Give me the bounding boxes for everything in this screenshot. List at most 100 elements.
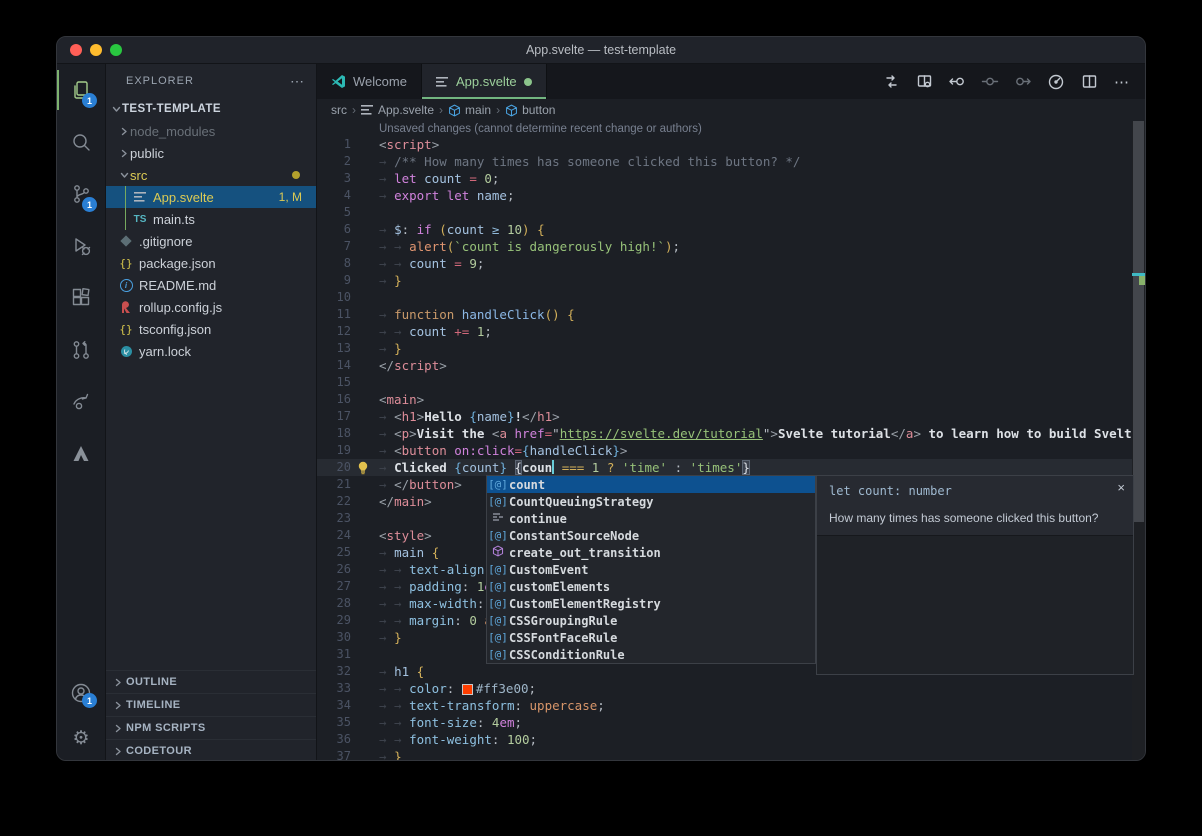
- tour-position-icon[interactable]: [981, 73, 999, 91]
- breadcrumb-item-main[interactable]: main: [448, 103, 491, 117]
- line-number: 36: [317, 731, 351, 748]
- code-line-4[interactable]: 4→ export let name;: [317, 187, 1145, 204]
- code-line-14[interactable]: 14</script>: [317, 357, 1145, 374]
- file-main.ts[interactable]: TSmain.ts: [106, 208, 316, 230]
- activity-item-settings[interactable]: ⚙: [57, 716, 105, 761]
- line-number: 15: [317, 374, 351, 391]
- suggestion-CountQueuingStrategy[interactable]: [@]CountQueuingStrategy: [487, 493, 815, 510]
- tour-forward-icon[interactable]: [1014, 73, 1032, 91]
- search-icon: [69, 130, 93, 154]
- suggestion-CSSConditionRule[interactable]: [@]CSSConditionRule: [487, 646, 815, 663]
- panel-outline[interactable]: OUTLINE: [106, 670, 316, 693]
- activity-item-source-control[interactable]: 1: [57, 168, 105, 220]
- file-rollup.config.js[interactable]: rollup.config.js: [106, 296, 316, 318]
- line-number: 28: [317, 595, 351, 612]
- suggestion-CustomEvent[interactable]: [@]CustomEvent: [487, 561, 815, 578]
- open-preview-icon[interactable]: [915, 73, 933, 91]
- activity-item-explorer[interactable]: 1: [57, 64, 105, 116]
- suggestion-CSSGroupingRule[interactable]: [@]CSSGroupingRule: [487, 612, 815, 629]
- color-swatch[interactable]: [463, 685, 472, 694]
- line-number: 26: [317, 561, 351, 578]
- git-blame-codelens[interactable]: Unsaved changes (cannot determine recent…: [379, 121, 1145, 136]
- file-.gitignore[interactable]: .gitignore: [106, 230, 316, 252]
- line-number: 17: [317, 408, 351, 425]
- unsaved-dot[interactable]: [524, 78, 532, 86]
- activity-item-run-and-debug[interactable]: [57, 220, 105, 272]
- suggestion-continue[interactable]: continue: [487, 510, 815, 527]
- line-number: 23: [317, 510, 351, 527]
- code-line-3[interactable]: 3→ let count = 0;: [317, 170, 1145, 187]
- tab-app-svelte[interactable]: App.svelte: [422, 64, 547, 99]
- breadcrumb-separator: ›: [439, 103, 443, 117]
- file-README.md[interactable]: iREADME.md: [106, 274, 316, 296]
- run-tour-icon[interactable]: [1047, 73, 1065, 91]
- code-line-15[interactable]: 15: [317, 374, 1145, 391]
- activity-item-github-pull-requests[interactable]: [57, 324, 105, 376]
- activity-item-azure[interactable]: [57, 428, 105, 480]
- code-line-19[interactable]: 19→ <button on:click={handleClick}>: [317, 442, 1145, 459]
- suggestion-customElements[interactable]: [@]customElements: [487, 578, 815, 595]
- code-line-5[interactable]: 5: [317, 204, 1145, 221]
- line-number: 14: [317, 357, 351, 374]
- tab-welcome[interactable]: Welcome: [317, 64, 422, 99]
- chevron-down-icon: [118, 171, 130, 179]
- code-line-17[interactable]: 17→ <h1>Hello {name}!</h1>: [317, 408, 1145, 425]
- activity-item-extensions[interactable]: [57, 272, 105, 324]
- suggestion-ConstantSourceNode[interactable]: [@]ConstantSourceNode: [487, 527, 815, 544]
- code-line-9[interactable]: 9→ }: [317, 272, 1145, 289]
- code-line-13[interactable]: 13→ }: [317, 340, 1145, 357]
- file-yarn.lock[interactable]: yarn.lock: [106, 340, 316, 362]
- file-App.svelte[interactable]: App.svelte1, M: [106, 186, 316, 208]
- panel-npm-scripts[interactable]: NPM SCRIPTS: [106, 716, 316, 739]
- file-label: src: [130, 168, 292, 183]
- code-line-11[interactable]: 11→ function handleClick() {: [317, 306, 1145, 323]
- more-actions-icon[interactable]: ⋯: [1113, 73, 1131, 91]
- file-package.json[interactable]: {}package.json: [106, 252, 316, 274]
- scrollbar-thumb[interactable]: [1133, 121, 1144, 522]
- suggestion-count[interactable]: [@]count: [487, 476, 815, 493]
- tree-root[interactable]: TEST-TEMPLATE: [106, 98, 316, 120]
- code-line-35[interactable]: 35→ → font-size: 4em;: [317, 714, 1145, 731]
- code-line-8[interactable]: 8→ → count = 9;: [317, 255, 1145, 272]
- suggestion-CSSFontFaceRule[interactable]: [@]CSSFontFaceRule: [487, 629, 815, 646]
- line-number: 8: [317, 255, 351, 272]
- breadcrumb-item-src[interactable]: src: [331, 103, 347, 117]
- explorer-more-actions-icon[interactable]: ⋯: [290, 73, 304, 90]
- suggestion-CustomElementRegistry[interactable]: [@]CustomElementRegistry: [487, 595, 815, 612]
- code-line-16[interactable]: 16<main>: [317, 391, 1145, 408]
- file-public[interactable]: public: [106, 142, 316, 164]
- symbol-variable-icon: [@]: [487, 597, 509, 610]
- code-line-37[interactable]: 37→ }: [317, 748, 1145, 761]
- activity-item-search[interactable]: [57, 116, 105, 168]
- code-line-18[interactable]: 18→ <p>Visit the <a href="https://svelte…: [317, 425, 1145, 442]
- panel-timeline[interactable]: TIMELINE: [106, 693, 316, 716]
- activity-item-accounts[interactable]: 1: [57, 670, 105, 716]
- breadcrumb-item-app-svelte[interactable]: App.svelte: [361, 103, 434, 117]
- file-tsconfig.json[interactable]: {}tsconfig.json: [106, 318, 316, 340]
- activity-item-live-share[interactable]: [57, 376, 105, 428]
- close-icon[interactable]: ×: [1117, 480, 1125, 495]
- split-editor-icon[interactable]: [1080, 73, 1098, 91]
- breadcrumb[interactable]: src›App.svelte›main›button: [317, 99, 1145, 121]
- panel-codetour[interactable]: CODETOUR: [106, 739, 316, 761]
- open-changes-icon[interactable]: [882, 73, 900, 91]
- code-line-36[interactable]: 36→ → font-weight: 100;: [317, 731, 1145, 748]
- code-line-20[interactable]: 20→ Clicked {count} {coun === 1 ? 'time'…: [317, 459, 1145, 476]
- badge: 1: [82, 693, 97, 708]
- code-line-2[interactable]: 2→ /** How many times has someone clicke…: [317, 153, 1145, 170]
- file-node_modules[interactable]: node_modules: [106, 120, 316, 142]
- tour-back-icon[interactable]: [948, 73, 966, 91]
- code-line-1[interactable]: 1<script>: [317, 136, 1145, 153]
- code-line-12[interactable]: 12→ → count += 1;: [317, 323, 1145, 340]
- code-line-33[interactable]: 33→ → color: #ff3e00;: [317, 680, 1145, 697]
- code-line-10[interactable]: 10: [317, 289, 1145, 306]
- code-line-7[interactable]: 7→ → alert(`count is dangerously high!`)…: [317, 238, 1145, 255]
- code-line-6[interactable]: 6→ $: if (count ≥ 10) {: [317, 221, 1145, 238]
- suggestion-create_out_transition[interactable]: create_out_transition: [487, 544, 815, 561]
- breadcrumb-item-button[interactable]: button: [505, 103, 555, 117]
- svelte-file-icon: [361, 104, 374, 116]
- file-src[interactable]: src: [106, 164, 316, 186]
- line-number: 35: [317, 714, 351, 731]
- code-line-34[interactable]: 34→ → text-transform: uppercase;: [317, 697, 1145, 714]
- svelte-file-icon: [436, 76, 449, 88]
